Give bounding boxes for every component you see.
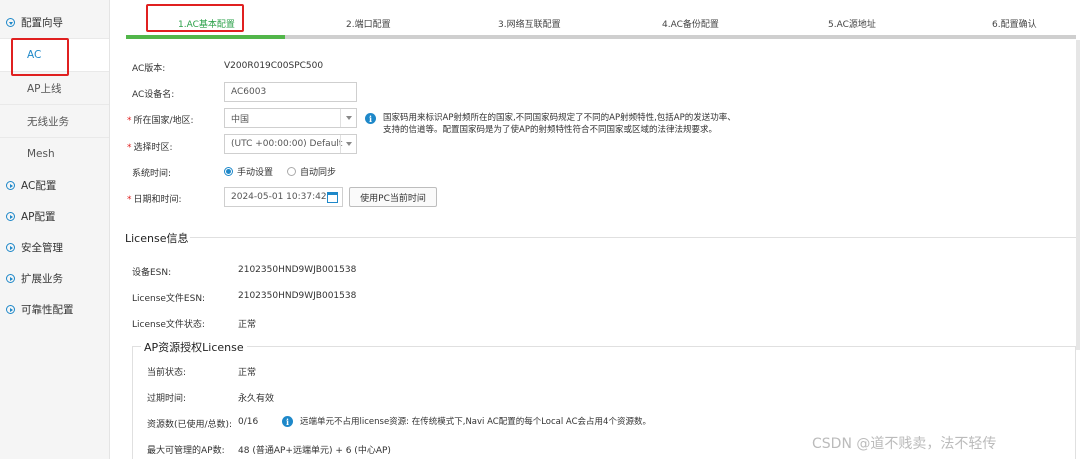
radio-dot-checked [224, 167, 233, 176]
device-esn-label: 设备ESN: [132, 268, 172, 278]
timezone-value: (UTC +00:00:00) Default [231, 139, 343, 149]
calendar-icon[interactable] [327, 192, 338, 203]
datetime-value: 2024-05-01 10:37:42 [231, 192, 327, 202]
device-esn-value: 2102350HND9WJB001538 [238, 265, 357, 275]
expand-icon [6, 181, 15, 190]
expand-icon [6, 305, 15, 314]
wizard-steps: 1.AC基本配置 2.端口配置 3.网络互联配置 4.AC备份配置 5.AC源地… [126, 4, 1076, 40]
sidebar-group-config-wizard[interactable]: 配置向导 [0, 7, 109, 38]
chevron-down-icon [340, 109, 356, 127]
highlight-box-ac [11, 38, 69, 76]
country-value: 中国 [231, 114, 250, 125]
country-hint-line1: 国家码用来标识AP射频所在的国家,不同国家码规定了不同的AP射频特性,包括AP的… [383, 113, 736, 123]
required-mark: * [127, 195, 132, 205]
timezone-label: * 选择时区: [127, 140, 173, 153]
info-icon: i [365, 113, 376, 124]
sidebar-group-label: AP配置 [21, 211, 56, 223]
datetime-label-text: 日期和时间: [133, 195, 182, 205]
max-ap-value: 48 (普通AP+远端单元) + 6 (中心AP) [238, 446, 391, 456]
step-2[interactable]: 2.端口配置 [346, 17, 391, 30]
timezone-label-text: 选择时区: [133, 143, 173, 153]
sidebar-item-wireless-service[interactable]: 无线业务 [0, 104, 109, 137]
ac-version-label: AC版本: [132, 64, 166, 74]
step-4[interactable]: 4.AC备份配置 [662, 17, 719, 30]
sidebar-group-extended[interactable]: 扩展业务 [0, 263, 109, 294]
sidebar-group-label: 配置向导 [21, 17, 63, 29]
datetime-label: * 日期和时间: [127, 192, 182, 205]
country-hint-line2: 支持的信道等。配置国家码是为了使AP的射频特性符合不同国家或区域的法律法规要求。 [383, 125, 717, 135]
expand-icon [6, 18, 15, 27]
required-mark: * [127, 116, 132, 126]
sidebar-group-security[interactable]: 安全管理 [0, 232, 109, 263]
systime-auto-radio[interactable]: 自动同步 [287, 165, 336, 178]
sidebar-item-label: AP上线 [27, 82, 62, 95]
timezone-select[interactable]: (UTC +00:00:00) Default [224, 134, 357, 154]
systime-manual-radio[interactable]: 手动设置 [224, 165, 273, 178]
file-status-label: License文件状态: [132, 320, 205, 330]
sidebar-group-reliability[interactable]: 可靠性配置 [0, 294, 109, 325]
file-esn-label: License文件ESN: [132, 294, 206, 304]
license-section-title: License信息 [125, 232, 189, 245]
resources-label: 资源数(已使用/总数): [147, 420, 233, 430]
device-name-input[interactable]: AC6003 [224, 82, 357, 102]
sidebar-item-label: 无线业务 [27, 115, 69, 128]
datetime-input[interactable]: 2024-05-01 10:37:42 [224, 187, 343, 207]
resources-hint: 远端单元不占用license资源: 在传统模式下,Navi AC配置的每个Loc… [300, 417, 651, 427]
sidebar-group-ac-config[interactable]: AC配置 [0, 170, 109, 201]
country-select[interactable]: 中国 [224, 108, 357, 128]
device-name-label: AC设备名: [132, 90, 175, 100]
chevron-down-icon [340, 135, 356, 153]
sidebar-item-label: Mesh [27, 148, 55, 160]
ap-status-value: 正常 [238, 368, 257, 378]
required-mark: * [127, 143, 132, 153]
sidebar-group-label: 可靠性配置 [21, 304, 74, 316]
file-esn-value: 2102350HND9WJB001538 [238, 291, 357, 301]
wizard-progress-track [126, 35, 1076, 39]
wizard-progress-fill [126, 35, 285, 39]
step-5[interactable]: 5.AC源地址 [828, 17, 876, 30]
expiry-label: 过期时间: [147, 394, 187, 404]
highlight-box-step-1 [146, 4, 244, 32]
step-3[interactable]: 3.网络互联配置 [498, 17, 561, 30]
sidebar-group-label: AC配置 [21, 180, 57, 192]
device-name-value: AC6003 [231, 87, 267, 97]
max-ap-label: 最大可管理的AP数: [147, 446, 225, 456]
info-icon: i [282, 416, 293, 427]
country-label-text: 所在国家/地区: [133, 116, 194, 126]
expiry-value: 永久有效 [238, 394, 275, 404]
sidebar-item-mesh[interactable]: Mesh [0, 137, 109, 170]
sidebar-group-label: 扩展业务 [21, 273, 63, 285]
scrollbar[interactable] [1076, 40, 1080, 350]
systime-label: 系统时间: [132, 169, 172, 179]
systime-auto-label: 自动同步 [300, 168, 337, 178]
ap-license-legend: AP资源授权License [141, 339, 247, 355]
resources-value: 0/16 [238, 417, 259, 427]
sidebar-group-label: 安全管理 [21, 242, 63, 254]
step-6[interactable]: 6.配置确认 [992, 17, 1037, 30]
watermark: CSDN @道不贱卖，法不轻传 [812, 436, 997, 452]
systime-manual-label: 手动设置 [237, 168, 274, 178]
sidebar-group-ap-config[interactable]: AP配置 [0, 201, 109, 232]
expand-icon [6, 212, 15, 221]
ac-version-value: V200R019C00SPC500 [224, 61, 324, 71]
expand-icon [6, 274, 15, 283]
file-status-value: 正常 [238, 320, 257, 330]
section-divider [190, 237, 1076, 238]
radio-dot [287, 167, 296, 176]
ap-status-label: 当前状态: [147, 368, 187, 378]
use-pc-time-button[interactable]: 使用PC当前时间 [349, 187, 437, 207]
country-label: * 所在国家/地区: [127, 113, 194, 126]
expand-icon [6, 243, 15, 252]
